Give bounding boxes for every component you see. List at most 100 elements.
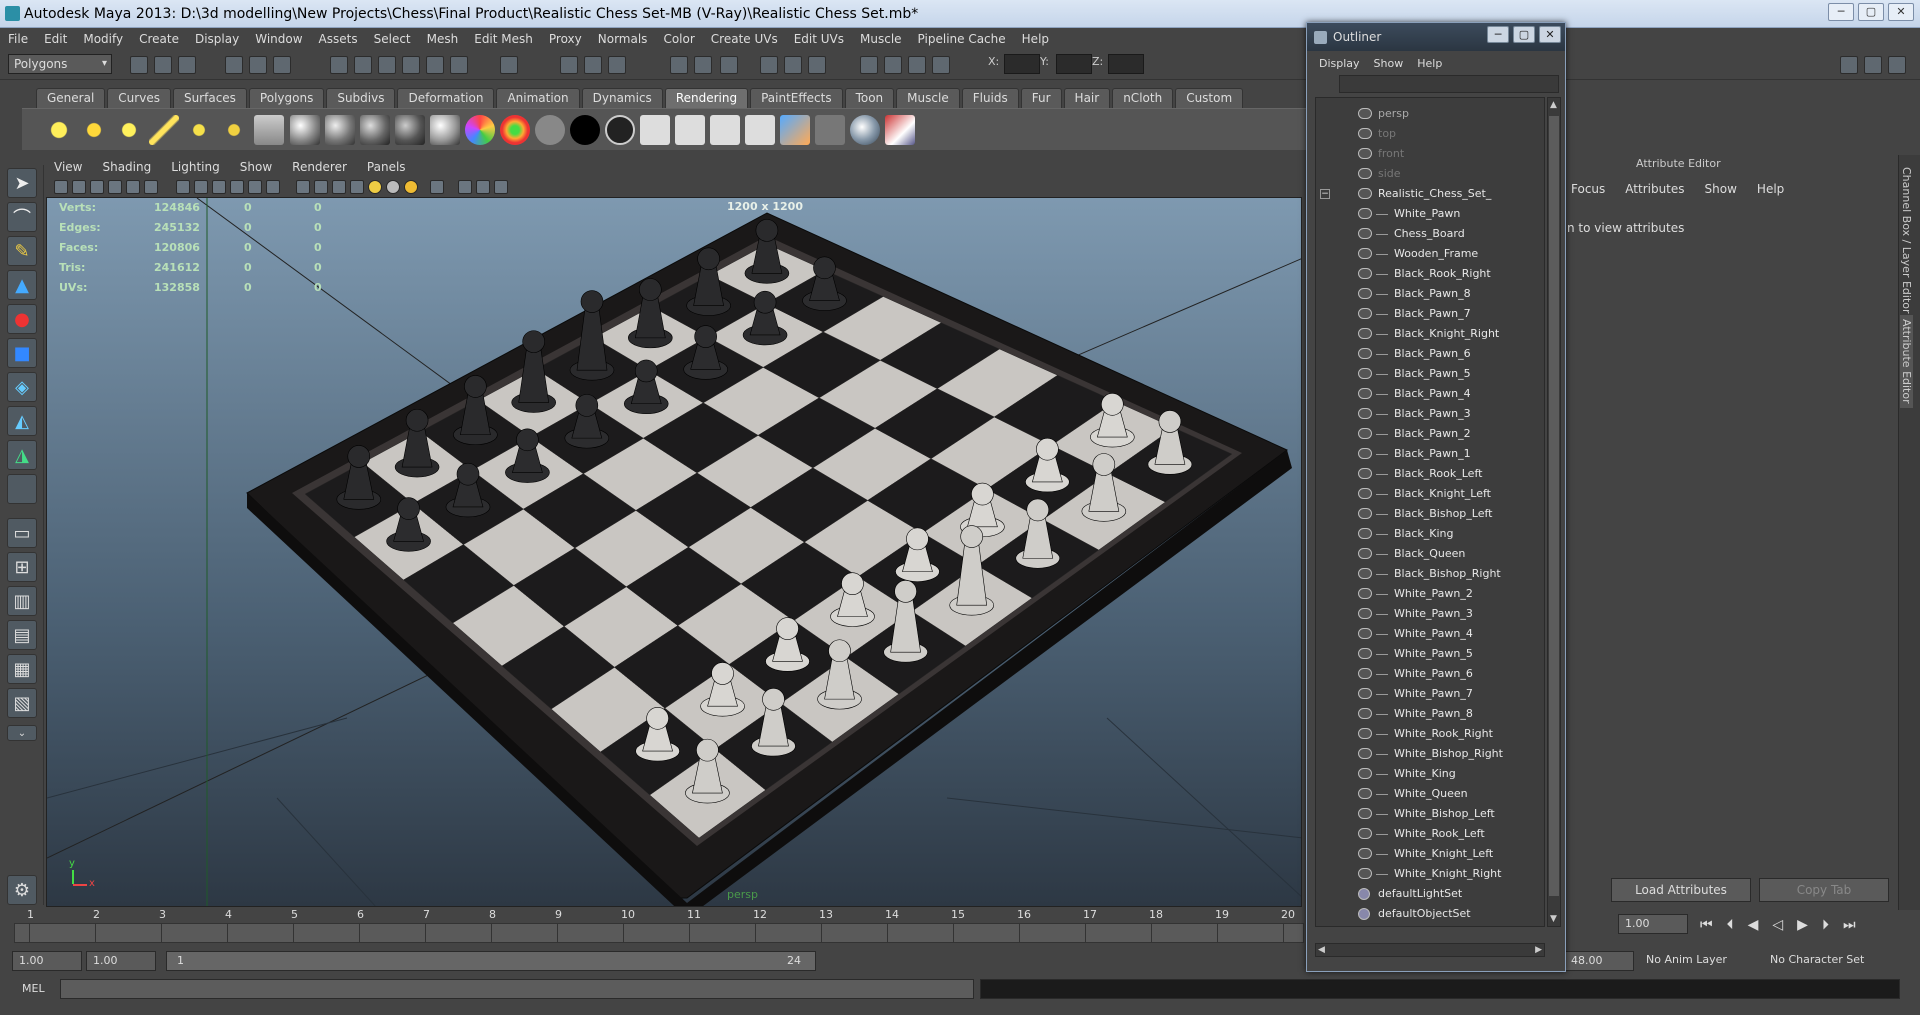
outliner-menu-show[interactable]: Show	[1374, 57, 1404, 70]
shelf-tab-custom[interactable]: Custom	[1175, 88, 1244, 108]
viewport-menu-show[interactable]: Show	[240, 160, 272, 174]
snap-curve-icon[interactable]	[354, 56, 372, 74]
use-background-icon[interactable]	[570, 115, 600, 145]
menu-muscle[interactable]: Muscle	[860, 32, 902, 46]
x-field[interactable]	[1004, 54, 1040, 74]
select-tool-icon[interactable]: ➤	[7, 168, 37, 198]
load-attributes-button[interactable]: Load Attributes	[1611, 878, 1751, 902]
outliner-hscroll[interactable]: ◀ ▶	[1315, 943, 1545, 957]
outliner-minimize-button[interactable]: ─	[1487, 26, 1509, 43]
shelf-tab-fluids[interactable]: Fluids	[961, 88, 1019, 108]
scroll-left-icon[interactable]: ◀	[1318, 945, 1325, 955]
outliner-item-white-pawn-3[interactable]: White_Pawn_3	[1316, 604, 1544, 624]
shelf-tab-fur[interactable]: Fur	[1020, 88, 1062, 108]
shaded-icon[interactable]	[932, 56, 950, 74]
gate-mask-icon[interactable]	[194, 180, 208, 194]
layered-shader-icon[interactable]	[465, 115, 495, 145]
menu-proxy[interactable]: Proxy	[549, 32, 582, 46]
surface-shader-icon[interactable]	[535, 115, 565, 145]
outliner-item-white-pawn-5[interactable]: White_Pawn_5	[1316, 644, 1544, 664]
shelf-tab-muscle[interactable]: Muscle	[896, 88, 960, 108]
snap-grid-icon[interactable]	[330, 56, 348, 74]
channel-box-icon[interactable]	[1864, 56, 1882, 74]
lasso-icon[interactable]	[760, 56, 778, 74]
lambert-sphere-icon[interactable]	[325, 115, 355, 145]
outliner-layout-icon[interactable]: ▥	[7, 586, 37, 616]
time-ruler[interactable]: 1 2 3 4 5 6 7 8 9 10 11 12 13 14 15 16 17 18 19 20	[14, 908, 1304, 943]
wireframe-icon[interactable]	[908, 56, 926, 74]
outliner-item-white-bishop-left[interactable]: White_Bishop_Left	[1316, 804, 1544, 824]
four-pane-layout-icon[interactable]: ⊞	[7, 552, 37, 582]
xray-icon[interactable]	[458, 180, 472, 194]
minimize-button[interactable]: ─	[1828, 3, 1854, 21]
xray-joints-icon[interactable]	[476, 180, 490, 194]
menu-edit-mesh[interactable]: Edit Mesh	[474, 32, 533, 46]
character-set-dropdown[interactable]: No Character Set	[1764, 951, 1888, 971]
outliner-item-white-queen[interactable]: White_Queen	[1316, 784, 1544, 804]
ae-menu-help[interactable]: Help	[1757, 182, 1784, 196]
resolution-gate-icon[interactable]	[176, 180, 190, 194]
grid-icon[interactable]	[126, 180, 140, 194]
go-to-start-icon[interactable]: ⏮	[1700, 917, 1713, 933]
shelf-tab-rendering[interactable]: Rendering	[664, 88, 749, 108]
play-back-icon[interactable]: ◁	[1772, 917, 1783, 933]
outliner-item-white-knight-right[interactable]: White_Knight_Right	[1316, 864, 1544, 884]
default-light-icon[interactable]	[368, 180, 382, 194]
grid-toggle-icon[interactable]	[860, 56, 878, 74]
snap-plane-icon[interactable]	[402, 56, 420, 74]
lasso-tool-icon[interactable]: ⌒	[7, 202, 37, 232]
safe-title-icon[interactable]	[248, 180, 262, 194]
outliner-item-black-pawn-4[interactable]: Black_Pawn_4	[1316, 384, 1544, 404]
ae-menu-focus[interactable]: Focus	[1571, 182, 1605, 196]
outliner-item-white-pawn-4[interactable]: White_Pawn_4	[1316, 624, 1544, 644]
shelf-tab-general[interactable]: General	[36, 88, 106, 108]
menu-assets[interactable]: Assets	[319, 32, 358, 46]
shelf-tab-curves[interactable]: Curves	[107, 88, 171, 108]
y-field[interactable]	[1056, 54, 1092, 74]
playback-start-field[interactable]: 1.00	[86, 951, 156, 971]
outliner-item-white-knight-left[interactable]: White_Knight_Left	[1316, 844, 1544, 864]
outliner-menu-display[interactable]: Display	[1319, 57, 1360, 70]
last-tool-icon[interactable]	[7, 474, 37, 504]
go-to-end-icon[interactable]: ⏭	[1843, 917, 1856, 933]
step-back-frame-icon[interactable]: ◀	[1748, 917, 1759, 933]
shelf-tab-hair[interactable]: Hair	[1063, 88, 1111, 108]
end-time-field[interactable]: 48.00	[1564, 951, 1634, 971]
shelf-tab-painteffects[interactable]: PaintEffects	[750, 88, 843, 108]
bookmark-icon[interactable]	[90, 180, 104, 194]
menu-pipeline-cache[interactable]: Pipeline Cache	[918, 32, 1006, 46]
camera-icon[interactable]	[720, 56, 738, 74]
camera-aim-icon[interactable]	[254, 115, 284, 145]
outliner-item-white-pawn[interactable]: White_Pawn	[1316, 204, 1544, 224]
outliner-item-top[interactable]: top	[1316, 124, 1544, 144]
menu-select[interactable]: Select	[374, 32, 411, 46]
anim-layer-dropdown[interactable]: No Anim Layer	[1640, 951, 1760, 971]
smooth-shade-icon[interactable]	[296, 180, 310, 194]
lights-icon[interactable]	[332, 180, 346, 194]
outliner-item-black-pawn-6[interactable]: Black_Pawn_6	[1316, 344, 1544, 364]
viewport-menu-panels[interactable]: Panels	[367, 160, 406, 174]
outliner-maximize-button[interactable]: ▢	[1513, 26, 1535, 43]
render-settings-shelf-icon[interactable]	[815, 115, 845, 145]
layout-icon[interactable]	[884, 56, 902, 74]
outliner-item-black-pawn-2[interactable]: Black_Pawn_2	[1316, 424, 1544, 444]
menu-file[interactable]: File	[8, 32, 28, 46]
open-scene-icon[interactable]	[154, 56, 172, 74]
viewport-menu-view[interactable]: View	[54, 160, 82, 174]
outliner-item-white-pawn-2[interactable]: White_Pawn_2	[1316, 584, 1544, 604]
outliner-scroll-thumb[interactable]	[1549, 116, 1559, 896]
shelf-tab-dynamics[interactable]: Dynamics	[581, 88, 663, 108]
outliner-item-black-bishop-right[interactable]: Black_Bishop_Right	[1316, 564, 1544, 584]
outliner-item-black-rook-right[interactable]: Black_Rook_Right	[1316, 264, 1544, 284]
collapse-toggle-icon[interactable]: −	[1320, 189, 1330, 199]
menu-help[interactable]: Help	[1022, 32, 1049, 46]
point-light-icon[interactable]	[114, 115, 144, 145]
play-forward-icon[interactable]: ▶	[1797, 917, 1808, 933]
menu-mesh[interactable]: Mesh	[427, 32, 459, 46]
outliner-menu-help[interactable]: Help	[1417, 57, 1442, 70]
phong-sphere-icon[interactable]	[360, 115, 390, 145]
close-button[interactable]: ✕	[1888, 3, 1914, 21]
ae-menu-show[interactable]: Show	[1705, 182, 1737, 196]
outliner-item-black-knight-right[interactable]: Black_Knight_Right	[1316, 324, 1544, 344]
maximize-button[interactable]: ▢	[1858, 3, 1884, 21]
